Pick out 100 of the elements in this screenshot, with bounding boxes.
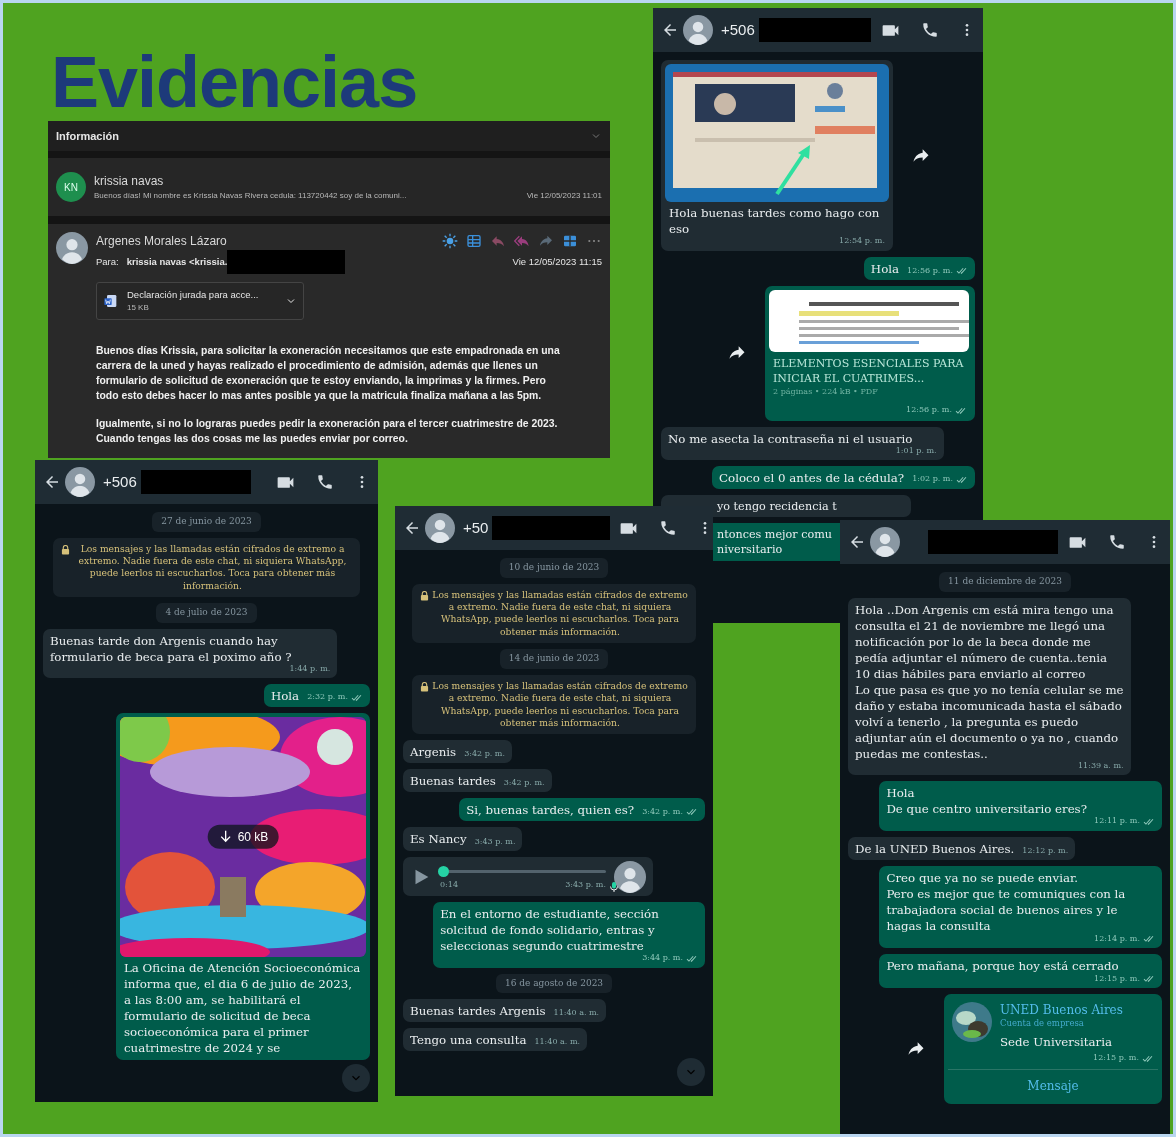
double-check-icon <box>1142 816 1155 826</box>
message-text: Coloco el 0 antes de la cédula? <box>719 469 905 486</box>
message-text: Hola <box>870 261 900 278</box>
phone-number: +506 <box>721 19 755 40</box>
message-time: 2:32 p. m. <box>307 693 348 702</box>
document-meta: 2 páginas • 224 kB • PDF <box>773 386 879 398</box>
table-icon[interactable] <box>466 233 482 249</box>
message-text: Argenis <box>410 744 457 761</box>
section-title: Información <box>56 128 119 144</box>
message-date: Vie 12/05/2023 11:15 <box>512 254 602 269</box>
message-time: 12:54 p. m. <box>839 237 885 246</box>
avatar-icon[interactable] <box>425 513 455 543</box>
encryption-notice[interactable]: Los mensajes y las llamadas están cifrados de extremo a extremo. Nadie fuera de este chat, ni siquiera WhatsApp, puede leerlos ni escucharlos. Toca para obtener más información. <box>412 583 696 644</box>
message-text: Tengo una consulta <box>410 1032 527 1049</box>
double-check-icon <box>1141 1053 1154 1063</box>
message-time: 1:02 p. m. <box>912 475 953 484</box>
message-time: 12:56 p. m. <box>906 406 952 415</box>
sender-name: Argenes Morales Lázaro <box>96 233 227 250</box>
message-text: Buenas tardes <box>410 773 496 790</box>
message-list-item[interactable]: KN krissia navas Buenos días! Mi nombre es Krissia Navas Rivera cedula: 113720442 soy de la comuni... Vie 12/05/2023 11:01 <box>48 158 610 216</box>
message-time: 12:11 p. m. <box>1094 817 1140 826</box>
message-text: Buenas tarde don Argenis cuando hay formulario de beca para el poximo año ? <box>50 632 293 665</box>
message-text: De la UNED Buenos Aires. <box>855 840 1015 857</box>
lock-icon <box>60 544 70 555</box>
message-text: No me asecta la contraseña ni el usuario <box>668 430 913 447</box>
seek-thumb[interactable] <box>438 866 449 877</box>
encryption-notice[interactable]: Los mensajes y las llamadas están cifrados de extremo a extremo. Nadie fuera de este chat, ni siquiera WhatsApp, puede leerlos ni escucharlos. Toca para obtener más información. <box>52 537 361 598</box>
phone-icon[interactable] <box>316 473 334 491</box>
message-text: yo tengo recidencia t <box>717 498 837 515</box>
date-chip: 10 de junio de 2023 <box>499 558 609 578</box>
message-caption: Hola buenas tardes como hago con eso <box>669 205 881 237</box>
contact-text: Sede Universitaria <box>1000 1033 1113 1050</box>
message-time: 1:01 p. m. <box>895 446 937 455</box>
avatar-icon[interactable] <box>65 467 95 497</box>
date-chip: 11 de diciembre de 2023 <box>939 572 1071 592</box>
date-chip: 14 de junio de 2023 <box>499 649 609 669</box>
lock-icon <box>420 681 430 692</box>
message-text: Si, buenas tardes, quien es? <box>466 802 635 819</box>
message-text: Creo que ya no se puede enviar. Pero es mejor que te comuniques con la trabajadora social de buenos aires y le hagas la consulta <box>886 869 1127 935</box>
message-caption: La Oficina de Atención Socioeconómica informa que, el dia 6 de julio de 2023, a las 8:00 am, se habilitará el formulario de solicitud de beca socioeconómica para el primer cuatrimestre de 2024 y se <box>124 959 362 1056</box>
section-header[interactable]: Información <box>48 121 610 151</box>
phone-icon[interactable] <box>921 21 939 39</box>
avatar-icon <box>56 232 88 264</box>
phone-number: +506 <box>103 471 137 492</box>
phone-number: +50 <box>463 517 489 538</box>
recipient-label: Para: <box>96 254 119 269</box>
message-time: 12:12 p. m. <box>1022 846 1069 855</box>
date-chip: 4 de julio de 2023 <box>156 603 257 623</box>
message-date: Vie 12/05/2023 11:01 <box>526 190 602 202</box>
message-text: ntonces mejor comu niversitario <box>717 527 832 558</box>
message-time: 3:42 p. m. <box>464 750 505 759</box>
message-text: Hola De que centro universitario eres? <box>886 784 1087 817</box>
double-check-icon <box>1142 934 1155 944</box>
date-chip: 27 de junio de 2023 <box>152 512 261 532</box>
recipient-address: krissia navas <krissia. <box>126 254 228 269</box>
avatar-icon[interactable] <box>870 527 900 557</box>
body-paragraph: Igualmente, si no lo lograras puedes pedir la exoneración para el tercer cuatrimestre de 2023. Cuando tengas las dos cosas me las puedes enviar por correo. <box>96 417 559 447</box>
voice-duration: 0:14 <box>440 881 458 891</box>
double-check-icon <box>685 807 698 817</box>
message-time: 3:43 p. m. <box>474 837 516 846</box>
message-text: Es Nancy <box>410 831 467 848</box>
message-preview: Buenos días! Mi nombre es Krissia Navas Rivera cedula: 113720442 soy de la comuni... <box>94 190 407 202</box>
message-text: Hola <box>270 687 300 704</box>
message-time: 1:44 p. m. <box>289 664 331 673</box>
notice-text: Los mensajes y las llamadas están cifrados de extremo a extremo. Nadie fuera de este chat, ni siquiera WhatsApp, puede leerlos ni escucharlos. Toca para obtener más información. <box>77 542 348 593</box>
download-button[interactable]: 60 kB <box>207 824 279 849</box>
double-check-icon <box>955 474 968 484</box>
initials-avatar: KN <box>56 172 86 202</box>
sun-icon[interactable] <box>442 233 458 249</box>
document-title: ELEMENTOS ESENCIALES PARA INICIAR EL CUATRIMES... <box>773 356 965 387</box>
date-chip: 16 de agosto de 2023 <box>495 973 613 994</box>
message-button[interactable]: Mensaje <box>948 1068 1158 1101</box>
message-time: 12:14 p. m. <box>1094 934 1140 943</box>
phone-icon[interactable] <box>659 519 678 537</box>
notice-text: Los mensajes y las llamadas están cifrados de extremo a extremo. Nadie fuera de este chat, ni siquiera WhatsApp, puede leerlos ni escucharlos. Toca para obtener más información. <box>432 588 688 639</box>
document-icon <box>103 293 119 310</box>
avatar-icon[interactable] <box>683 15 713 45</box>
message-text: En el entorno de estudiante, sección solcitud de fondo solidario, entras y seleccionas segundo cuatrimestre <box>440 905 660 954</box>
message-time: 12:56 p. m. <box>907 266 953 275</box>
grid-icon[interactable] <box>562 233 578 249</box>
encryption-notice[interactable]: Los mensajes y las llamadas están cifrados de extremo a extremo. Nadie fuera de este chat, ni siquiera WhatsApp, puede leerlos ni escucharlos. Toca para obtener más información. <box>412 674 696 735</box>
message-time: 3:42 p. m. <box>642 807 683 816</box>
attachment-card[interactable]: Declaración jurada para acce... 15 KB <box>96 282 304 321</box>
double-check-icon <box>954 405 967 415</box>
message-time: 11:39 a. m. <box>1078 761 1124 770</box>
mic-icon <box>608 880 620 893</box>
double-check-icon <box>685 953 698 963</box>
voice-message[interactable]: 0:14 3:43 p. m. <box>403 856 653 896</box>
phone-icon[interactable] <box>1108 533 1126 551</box>
avatar-icon <box>614 860 646 893</box>
contact-subtitle: Cuenta de empresa <box>1000 1018 1085 1030</box>
message-text: Pero mañana, porque hoy está cerrado <box>886 958 1119 975</box>
double-check-icon <box>955 266 968 276</box>
file-name: Declaración jurada para acce... <box>127 288 260 302</box>
message-time: 3:44 p. m. <box>642 954 683 963</box>
sender-name: krissia navas <box>94 173 165 190</box>
contact-name: UNED Buenos Aires <box>1000 1002 1123 1019</box>
file-size: 15 KB <box>127 302 150 315</box>
message-time: 3:42 p. m. <box>503 779 545 788</box>
message-time: 12:15 p. m. <box>1094 974 1140 983</box>
